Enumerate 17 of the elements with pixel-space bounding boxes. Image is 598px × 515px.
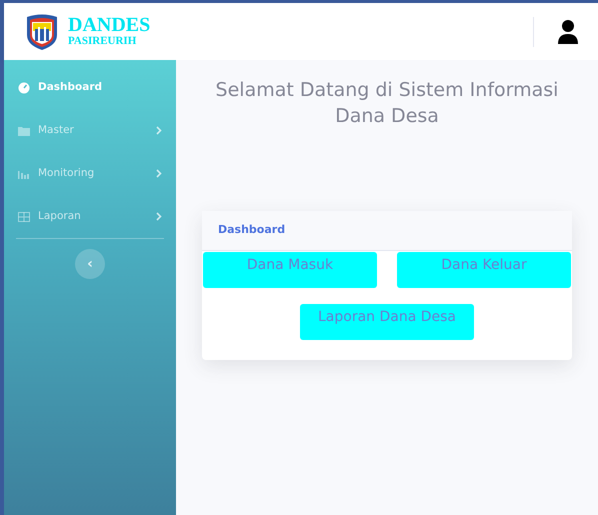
sidebar-item[interactable]: Laporan bbox=[4, 195, 176, 238]
emblem-icon bbox=[24, 12, 60, 50]
sidebar-toggle-button[interactable]: ‹ bbox=[75, 249, 105, 279]
user-icon[interactable] bbox=[558, 20, 578, 44]
nav-button[interactable]: Laporan Dana Desa bbox=[300, 304, 474, 340]
sidebar-item[interactable]: Monitoring bbox=[4, 152, 176, 195]
table-icon bbox=[18, 210, 30, 222]
gauge-icon bbox=[18, 82, 30, 94]
brand-title: DANDES bbox=[68, 15, 150, 36]
sidebar-item[interactable]: Master bbox=[4, 109, 176, 152]
nav-button[interactable]: Dana Masuk bbox=[203, 252, 377, 288]
welcome-heading: Selamat Datang di Sistem Informasi Dana Desa bbox=[214, 78, 560, 129]
nav-button[interactable]: Dana Keluar bbox=[397, 252, 571, 288]
folder-icon bbox=[18, 124, 30, 136]
card-title: Dashboard bbox=[202, 211, 572, 251]
sidebar-item[interactable]: Dashboard bbox=[4, 66, 176, 109]
brand-subtitle: PASIREURIH bbox=[68, 35, 138, 48]
